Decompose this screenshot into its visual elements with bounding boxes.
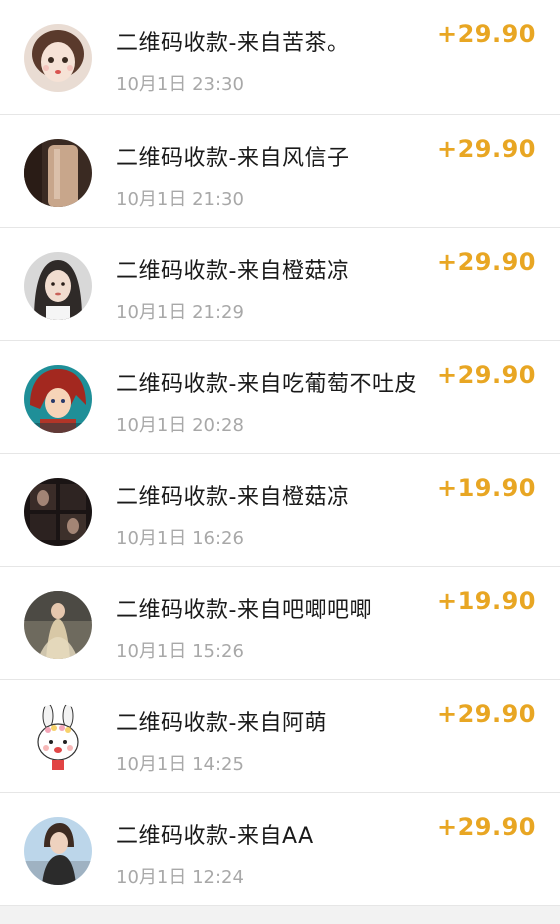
transaction-title: 二维码收款-来自AA — [116, 824, 314, 849]
bunny-cartoon-avatar-icon — [24, 704, 92, 772]
transaction-row[interactable]: 二维码收款-来自阿萌 10月1日 14:25 +29.90 — [0, 680, 560, 793]
transaction-time: 10月1日 16:26 — [116, 528, 244, 549]
avatar — [24, 478, 92, 546]
transaction-row[interactable]: 二维码收款-来自吧唧吧唧 10月1日 15:26 +19.90 — [0, 567, 560, 680]
photo-avatar-icon — [24, 252, 92, 320]
transaction-time: 10月1日 21:29 — [116, 302, 244, 323]
transaction-time: 10月1日 14:25 — [116, 754, 244, 775]
transaction-row[interactable]: 二维码收款-来自吃葡萄不吐皮 10月1日 20:28 +29.90 — [0, 341, 560, 454]
transaction-time: 10月1日 21:30 — [116, 189, 244, 210]
transaction-title: 二维码收款-来自吧唧吧唧 — [116, 598, 372, 623]
avatar — [24, 704, 92, 772]
transaction-row[interactable]: 二维码收款-来自苦茶。 10月1日 23:30 +29.90 — [0, 0, 560, 115]
transaction-time: 10月1日 15:26 — [116, 641, 244, 662]
anime-avatar-icon — [24, 365, 92, 433]
avatar — [24, 24, 92, 92]
avatar — [24, 365, 92, 433]
photo-avatar-icon — [24, 591, 92, 659]
avatar — [24, 252, 92, 320]
avatar — [24, 591, 92, 659]
transaction-title: 二维码收款-来自橙菇凉 — [116, 259, 350, 284]
avatar — [24, 817, 92, 885]
transaction-title: 二维码收款-来自苦茶。 — [116, 31, 350, 56]
photo-avatar-icon — [24, 817, 92, 885]
list-bottom-spacer — [0, 906, 560, 918]
photo-avatar-icon — [24, 478, 92, 546]
transaction-title: 二维码收款-来自风信子 — [116, 146, 350, 171]
transaction-amount: +19.90 — [436, 474, 536, 502]
transaction-row[interactable]: 二维码收款-来自橙菇凉 10月1日 16:26 +19.90 — [0, 454, 560, 567]
transaction-amount: +29.90 — [436, 248, 536, 276]
transaction-title: 二维码收款-来自吃葡萄不吐皮 — [116, 372, 417, 397]
transaction-amount: +19.90 — [436, 587, 536, 615]
transaction-list: 二维码收款-来自苦茶。 10月1日 23:30 +29.90 二维码收款-来自风… — [0, 0, 560, 906]
transaction-row[interactable]: 二维码收款-来自AA 10月1日 12:24 +29.90 — [0, 793, 560, 906]
transaction-title: 二维码收款-来自橙菇凉 — [116, 485, 350, 510]
transaction-row[interactable]: 二维码收款-来自风信子 10月1日 21:30 +29.90 — [0, 115, 560, 228]
transaction-amount: +29.90 — [436, 813, 536, 841]
transaction-time: 10月1日 20:28 — [116, 415, 244, 436]
transaction-time: 10月1日 12:24 — [116, 867, 244, 888]
girl-cartoon-avatar-icon — [24, 24, 92, 92]
avatar — [24, 139, 92, 207]
transaction-amount: +29.90 — [436, 700, 536, 728]
photo-avatar-icon — [24, 139, 92, 207]
transaction-amount: +29.90 — [436, 135, 536, 163]
transaction-time: 10月1日 23:30 — [116, 74, 244, 95]
transaction-row[interactable]: 二维码收款-来自橙菇凉 10月1日 21:29 +29.90 — [0, 228, 560, 341]
transaction-amount: +29.90 — [436, 361, 536, 389]
transaction-title: 二维码收款-来自阿萌 — [116, 711, 327, 736]
transaction-amount: +29.90 — [436, 20, 536, 48]
